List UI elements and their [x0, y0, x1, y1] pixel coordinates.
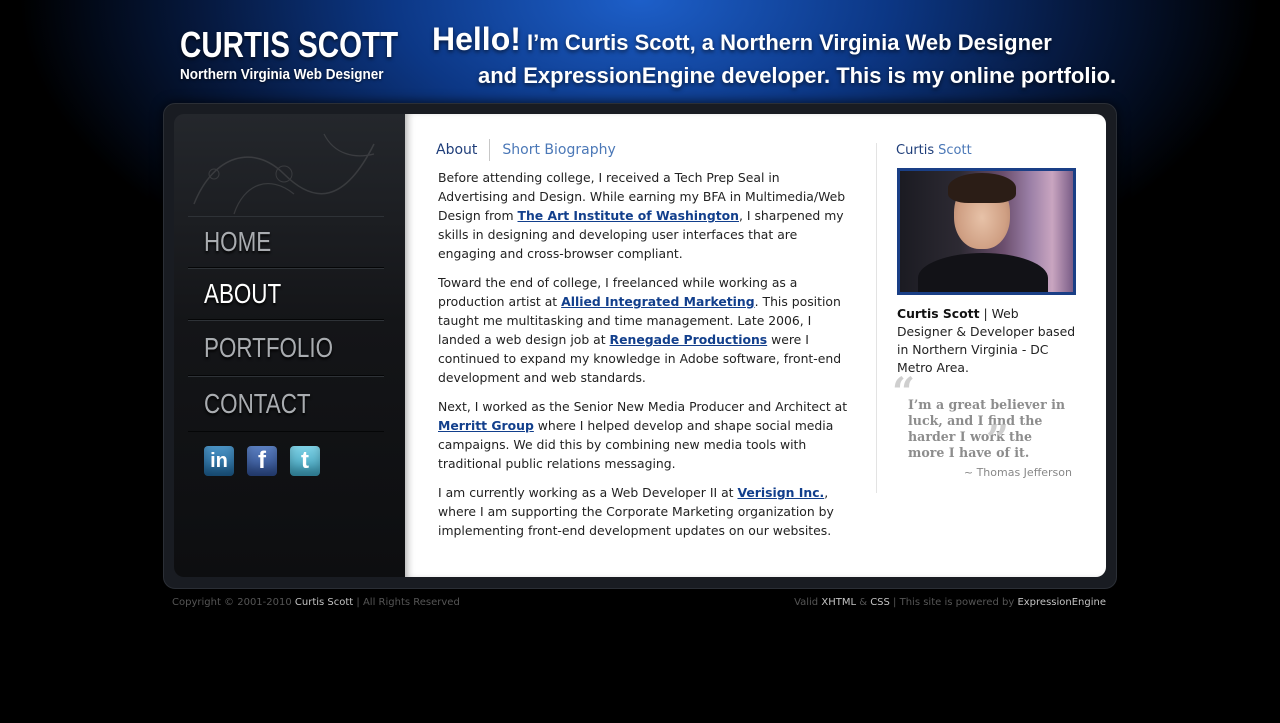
photo-hair [948, 173, 1016, 203]
main-nav: HOME ABOUT PORTFOLIO CONTACT [188, 216, 384, 432]
rights-text: | All Rights Reserved [353, 597, 460, 608]
nav-portfolio-label: PORTFOLIO [204, 332, 334, 363]
floral-ornament-icon [193, 133, 375, 215]
footer-copyright: Copyright © 2001-2010 Curtis Scott | All… [172, 597, 460, 608]
sidebar: HOME ABOUT PORTFOLIO CONTACT in f t [174, 114, 405, 577]
nav-contact[interactable]: CONTACT [188, 376, 384, 432]
bio-name: Curtis Scott [897, 306, 980, 321]
profile-last-name: Scott [938, 143, 972, 158]
valid-text: Valid [794, 597, 822, 608]
hello-banner: Hello! I’m Curtis Scott, a Northern Virg… [432, 20, 1117, 90]
profile-bio: Curtis Scott | Web Designer & Developer … [897, 305, 1077, 377]
profile-heading: Curtis Scott [896, 143, 1097, 158]
bio-paragraph-3: Next, I worked as the Senior New Media P… [438, 397, 853, 473]
nav-home-label: HOME [204, 226, 272, 257]
hello-line-1: Hello! I’m Curtis Scott, a Northern Virg… [432, 20, 1112, 62]
profile-aside: Curtis Scott Curtis Scott | Web Designer … [876, 143, 1097, 493]
nav-about-label: ABOUT [204, 278, 282, 309]
social-links: in f t [204, 446, 320, 476]
text-span: I am currently working as a Web Develope… [438, 485, 738, 500]
site-brand[interactable]: CURTIS SCOTT Northern Virginia Web Desig… [180, 24, 446, 84]
footer-owner-link[interactable]: Curtis Scott [295, 597, 353, 608]
nav-contact-label: CONTACT [204, 388, 311, 419]
photo-shirt [918, 253, 1048, 292]
hello-intro: I’m Curtis Scott, a Northern Virginia We… [520, 30, 1052, 55]
nav-portfolio[interactable]: PORTFOLIO [188, 320, 384, 376]
xhtml-link[interactable]: XHTML [821, 597, 856, 608]
profile-first-name: Curtis [896, 143, 935, 158]
link-verisign[interactable]: Verisign Inc. [737, 485, 824, 500]
content-panel: About Short Biography Before attending c… [405, 114, 1106, 577]
expressionengine-link[interactable]: ExpressionEngine [1017, 597, 1106, 608]
link-renegade-productions[interactable]: Renegade Productions [610, 332, 768, 347]
link-merritt-group[interactable]: Merritt Group [438, 418, 534, 433]
nav-about[interactable]: ABOUT [188, 268, 384, 320]
breadcrumb-page: Short Biography [502, 142, 616, 158]
link-allied-integrated[interactable]: Allied Integrated Marketing [561, 294, 755, 309]
css-link[interactable]: CSS [870, 597, 890, 608]
link-art-institute[interactable]: The Art Institute of Washington [518, 208, 739, 223]
bio-paragraph-4: I am currently working as a Web Develope… [438, 483, 853, 540]
footer-credits: Valid XHTML & CSS | This site is powered… [794, 597, 1106, 608]
facebook-icon[interactable]: f [247, 446, 277, 476]
powered-text: | This site is powered by [889, 597, 1018, 608]
bio-paragraph-2: Toward the end of college, I freelanced … [438, 273, 853, 387]
quote-author: ~ Thomas Jefferson [963, 466, 1072, 479]
profile-photo [897, 168, 1076, 295]
quote-close-icon: ” [986, 417, 1010, 464]
breadcrumb-section[interactable]: About [436, 139, 491, 161]
breadcrumb: About Short Biography [436, 139, 616, 161]
twitter-icon[interactable]: t [290, 446, 320, 476]
quote-block: “ I’m a great believer in luck, and I fi… [892, 373, 1072, 481]
text-span: Next, I worked as the Senior New Media P… [438, 399, 848, 414]
hello-word: Hello! [432, 21, 521, 57]
linkedin-icon[interactable]: in [204, 446, 234, 476]
hello-line-2: and ExpressionEngine developer. This is … [478, 63, 1117, 88]
copyright-text: Copyright © 2001-2010 [172, 597, 295, 608]
site-name: CURTIS SCOTT [180, 24, 399, 65]
biography-text: Before attending college, I received a T… [438, 168, 853, 550]
nav-home[interactable]: HOME [188, 216, 384, 268]
amp-text: & [856, 597, 871, 608]
bio-paragraph-1: Before attending college, I received a T… [438, 168, 853, 263]
site-tagline: Northern Virginia Web Designer [180, 66, 384, 83]
